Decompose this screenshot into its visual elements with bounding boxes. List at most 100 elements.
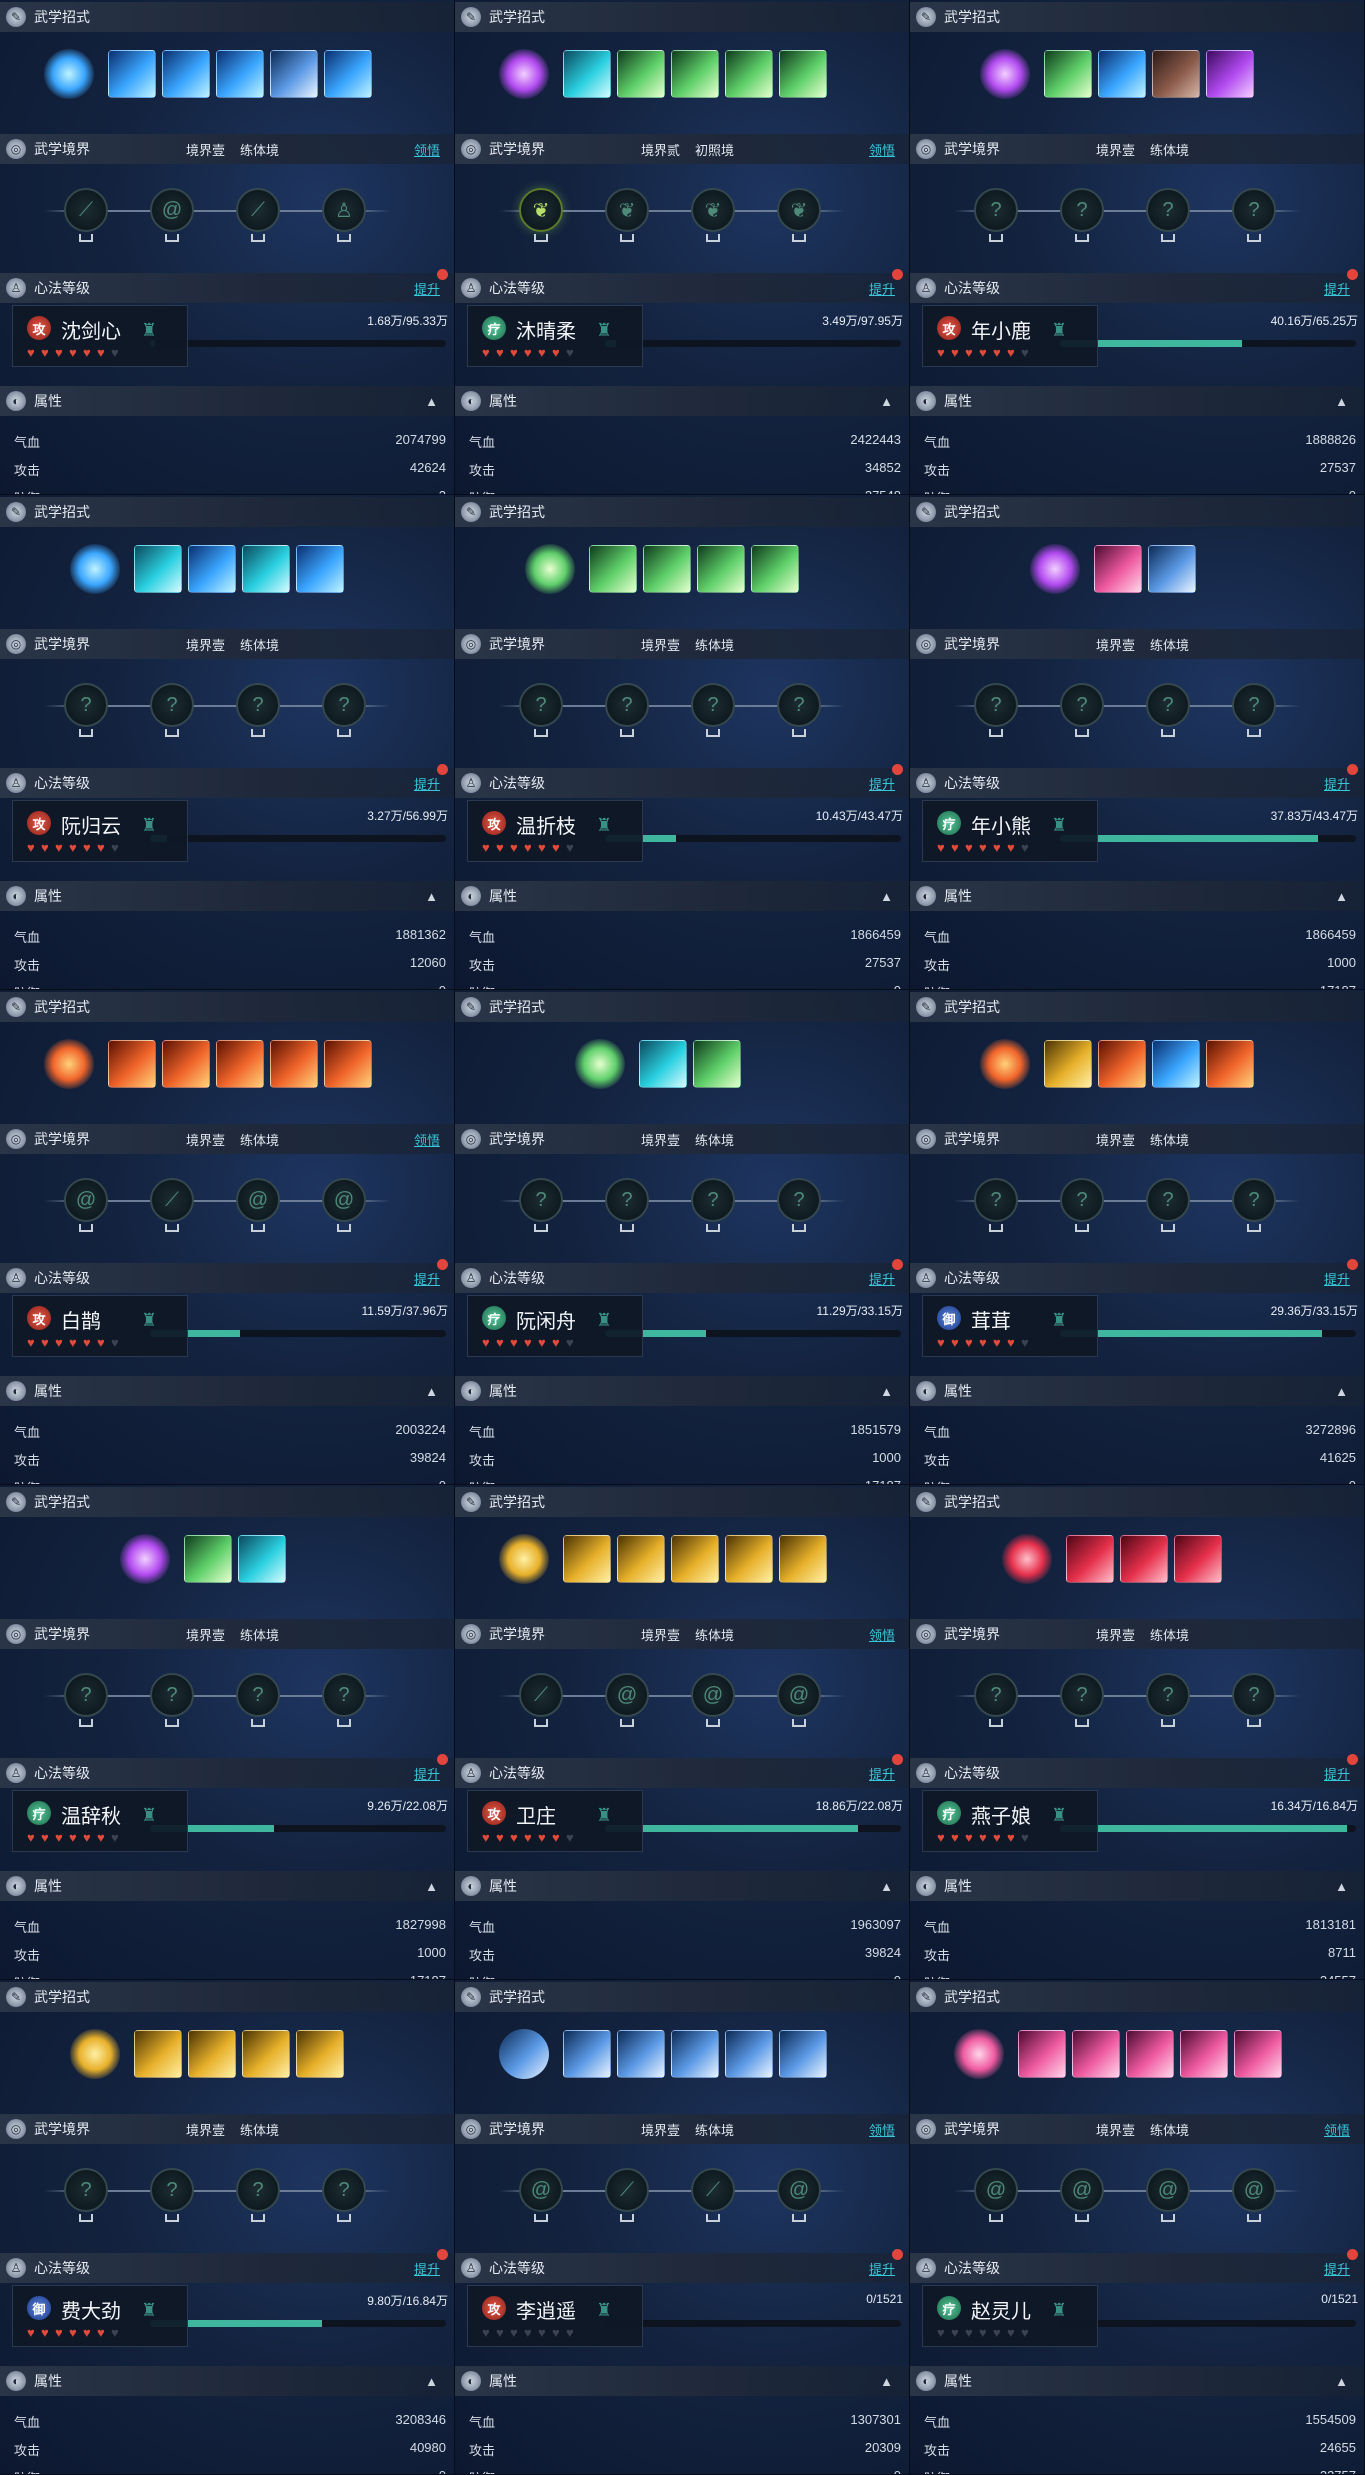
chevron-up-icon[interactable]: ▲ (880, 1384, 893, 1399)
realm-node-icon[interactable]: ? (777, 683, 821, 727)
realm-node-icon[interactable]: @ (322, 1178, 366, 1222)
chevron-up-icon[interactable]: ▲ (880, 1879, 893, 1894)
upgrade-link[interactable]: 提升 (1324, 1764, 1350, 1783)
skill-icon[interactable] (697, 545, 745, 593)
realm-node-icon[interactable]: ? (605, 1178, 649, 1222)
realm-node-icon[interactable]: ⟋ (519, 1673, 563, 1717)
skill-icon[interactable] (1152, 1040, 1200, 1088)
skill-icon[interactable] (1018, 2030, 1066, 2078)
upgrade-link[interactable]: 提升 (1324, 774, 1350, 793)
skill-icon[interactable] (162, 1040, 210, 1088)
realm-node-icon[interactable]: ⟋ (150, 1178, 194, 1222)
realm-node-icon[interactable]: @ (64, 1178, 108, 1222)
upgrade-link[interactable]: 提升 (1324, 1269, 1350, 1288)
skill-icon[interactable] (563, 50, 611, 98)
skill-icon[interactable] (693, 1040, 741, 1088)
realm-node-icon[interactable]: ? (1232, 188, 1276, 232)
realm-node-icon[interactable]: @ (1060, 2168, 1104, 2212)
attrs-header[interactable]: ◐ 属性 ▲ (0, 2366, 454, 2396)
upgrade-link[interactable]: 提升 (869, 1764, 895, 1783)
core-skill-icon[interactable] (1002, 1534, 1052, 1584)
character-card[interactable]: 攻 沈剑心 ♜ ♥ ♥ ♥ ♥ ♥ ♥ ♥ (12, 305, 188, 367)
skill-icon[interactable] (1180, 2030, 1228, 2078)
skill-icon[interactable] (270, 1040, 318, 1088)
realm-node-icon[interactable]: @ (777, 1673, 821, 1717)
core-skill-icon[interactable] (44, 1039, 94, 1089)
realm-node-icon[interactable]: ❦ (777, 188, 821, 232)
comprehend-link[interactable]: 领悟 (414, 140, 440, 159)
realm-node-icon[interactable]: ? (1232, 683, 1276, 727)
character-card[interactable]: 攻 白鹊 ♜ ♥ ♥ ♥ ♥ ♥ ♥ ♥ (12, 1295, 188, 1357)
realm-node-icon[interactable]: ⟋ (605, 2168, 649, 2212)
skill-icon[interactable] (563, 2030, 611, 2078)
core-skill-icon[interactable] (980, 49, 1030, 99)
attrs-header[interactable]: ◐ 属性 ▲ (0, 386, 454, 416)
skill-icon[interactable] (134, 545, 182, 593)
realm-node-icon[interactable]: ? (236, 2168, 280, 2212)
realm-node-icon[interactable]: ♙ (322, 188, 366, 232)
realm-node-icon[interactable]: ? (64, 1673, 108, 1717)
skill-icon[interactable] (296, 2030, 344, 2078)
skill-icon[interactable] (108, 1040, 156, 1088)
skill-icon[interactable] (617, 1535, 665, 1583)
realm-node-icon[interactable]: @ (236, 1178, 280, 1222)
realm-node-icon[interactable]: ? (519, 1178, 563, 1222)
comprehend-link[interactable]: 领悟 (414, 1130, 440, 1149)
skill-icon[interactable] (324, 1040, 372, 1088)
chevron-up-icon[interactable]: ▲ (425, 1879, 438, 1894)
skill-icon[interactable] (188, 2030, 236, 2078)
skill-icon[interactable] (725, 1535, 773, 1583)
skill-icon[interactable] (184, 1535, 232, 1583)
core-skill-icon[interactable] (954, 2029, 1004, 2079)
chevron-up-icon[interactable]: ▲ (1335, 1384, 1348, 1399)
attrs-header[interactable]: ◐ 属性 ▲ (455, 881, 909, 911)
realm-node-icon[interactable]: @ (150, 188, 194, 232)
character-card[interactable]: 疗 赵灵儿 ♜ ♥ ♥ ♥ ♥ ♥ ♥ ♥ (922, 2285, 1098, 2347)
skill-icon[interactable] (671, 2030, 719, 2078)
attrs-header[interactable]: ◐ 属性 ▲ (910, 386, 1364, 416)
skill-icon[interactable] (1234, 2030, 1282, 2078)
realm-node-icon[interactable]: ? (322, 683, 366, 727)
upgrade-link[interactable]: 提升 (1324, 279, 1350, 298)
upgrade-link[interactable]: 提升 (414, 2259, 440, 2278)
core-skill-icon[interactable] (120, 1534, 170, 1584)
realm-node-icon[interactable]: ⟋ (236, 188, 280, 232)
upgrade-link[interactable]: 提升 (869, 2259, 895, 2278)
core-skill-icon[interactable] (70, 2029, 120, 2079)
skill-icon[interactable] (1152, 50, 1200, 98)
skill-icon[interactable] (671, 50, 719, 98)
realm-node-icon[interactable]: ? (322, 1673, 366, 1717)
realm-node-icon[interactable]: ? (1060, 188, 1104, 232)
realm-node-icon[interactable]: @ (605, 1673, 649, 1717)
character-card[interactable]: 御 茸茸 ♜ ♥ ♥ ♥ ♥ ♥ ♥ ♥ (922, 1295, 1098, 1357)
skill-icon[interactable] (617, 2030, 665, 2078)
realm-node-icon[interactable]: @ (1146, 2168, 1190, 2212)
realm-node-icon[interactable]: ? (1146, 188, 1190, 232)
skill-icon[interactable] (725, 50, 773, 98)
realm-node-icon[interactable]: ? (691, 1178, 735, 1222)
realm-node-icon[interactable]: @ (777, 2168, 821, 2212)
upgrade-link[interactable]: 提升 (414, 279, 440, 298)
skill-icon[interactable] (108, 50, 156, 98)
character-card[interactable]: 疗 温辞秋 ♜ ♥ ♥ ♥ ♥ ♥ ♥ ♥ (12, 1790, 188, 1852)
realm-node-icon[interactable]: ? (1232, 1673, 1276, 1717)
realm-node-icon[interactable]: @ (519, 2168, 563, 2212)
skill-icon[interactable] (1044, 50, 1092, 98)
realm-node-icon[interactable]: ? (974, 1673, 1018, 1717)
chevron-up-icon[interactable]: ▲ (425, 1384, 438, 1399)
realm-node-icon[interactable]: ? (1060, 1178, 1104, 1222)
core-skill-icon[interactable] (70, 544, 120, 594)
realm-node-icon[interactable]: @ (974, 2168, 1018, 2212)
comprehend-link[interactable]: 领悟 (869, 2120, 895, 2139)
realm-node-icon[interactable]: ? (1232, 1178, 1276, 1222)
core-skill-icon[interactable] (525, 544, 575, 594)
realm-node-icon[interactable]: ? (1146, 683, 1190, 727)
skill-icon[interactable] (296, 545, 344, 593)
core-skill-icon[interactable] (575, 1039, 625, 1089)
realm-node-icon[interactable]: ? (150, 2168, 194, 2212)
skill-icon[interactable] (1072, 2030, 1120, 2078)
character-card[interactable]: 疗 阮闲舟 ♜ ♥ ♥ ♥ ♥ ♥ ♥ ♥ (467, 1295, 643, 1357)
attrs-header[interactable]: ◐ 属性 ▲ (455, 2366, 909, 2396)
realm-node-icon[interactable]: ? (691, 683, 735, 727)
realm-node-icon[interactable]: ? (605, 683, 649, 727)
